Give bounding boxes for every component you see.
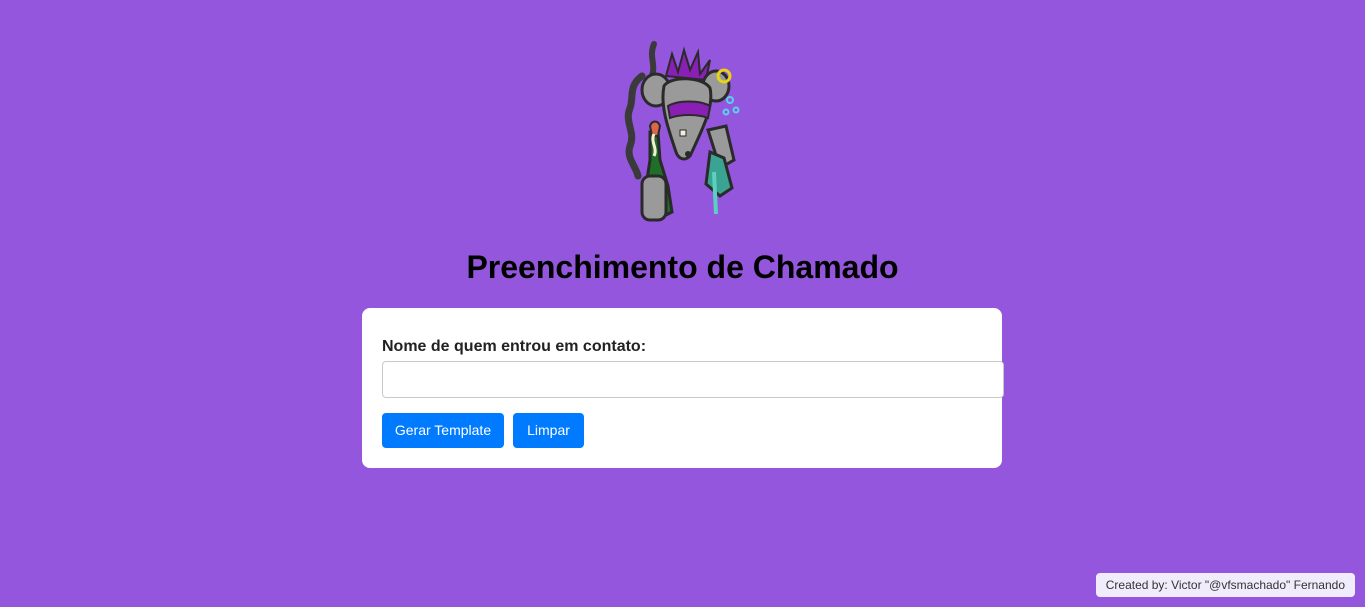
- contact-name-label: Nome de quem entrou em contato:: [382, 338, 647, 355]
- page-title: Preenchimento de Chamado: [466, 249, 899, 285]
- generate-template-button[interactable]: Gerar Template: [382, 413, 504, 448]
- punk-rat-chemist-icon: [624, 41, 740, 222]
- ticket-form-card: Nome de quem entrou em contato: Gerar Te…: [362, 308, 1004, 468]
- footer-credit: Created by: Victor "@vfsmachado" Fernand…: [1095, 573, 1355, 597]
- clear-button[interactable]: Limpar: [513, 413, 584, 448]
- contact-name-input[interactable]: [382, 361, 1004, 398]
